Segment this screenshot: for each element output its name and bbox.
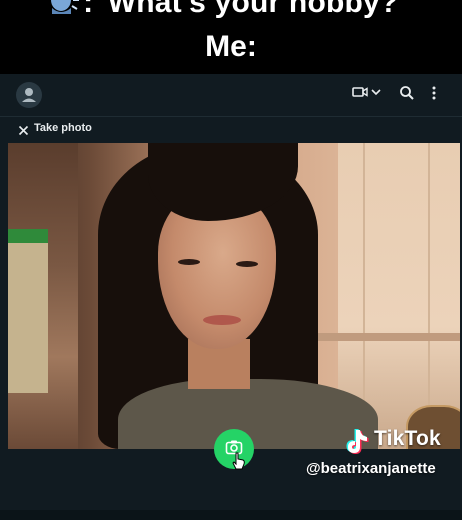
background-ledge [308,333,460,341]
speaking-head-icon [49,0,80,22]
wall-panel-line [428,143,430,449]
close-icon[interactable] [18,123,29,141]
menu-dots-icon[interactable] [431,85,437,106]
person-eye-right [236,261,258,267]
chevron-down-icon[interactable] [370,85,382,104]
background-beige-panel [8,243,48,393]
person-eye-left [178,259,200,265]
hand-cursor-icon [232,452,246,475]
bottom-strip [0,510,462,520]
top-bar [0,74,462,117]
tiktok-logo-icon [344,426,372,461]
tiktok-username: @beatrixanjanette [306,460,436,477]
background-green-strip [8,229,48,243]
caption-line-2: Me: [205,30,257,63]
caption-line-1: :"What's your hobby?" [0,0,462,22]
search-icon[interactable] [399,85,415,106]
tiktok-brand-text: TikTok [374,427,441,450]
camera-preview [8,143,460,449]
user-avatar-icon[interactable] [16,82,42,108]
caption-text-1: :"What's your hobby?" [83,0,413,19]
take-photo-bar: Take photo [0,117,462,141]
camera-app-window: Take photo TikTok @beatrixanjanette [0,74,462,520]
meme-caption: :"What's your hobby?" Me: [0,0,462,74]
take-photo-title: Take photo [34,122,92,134]
person-lips [203,315,241,325]
video-icon[interactable] [352,85,368,104]
